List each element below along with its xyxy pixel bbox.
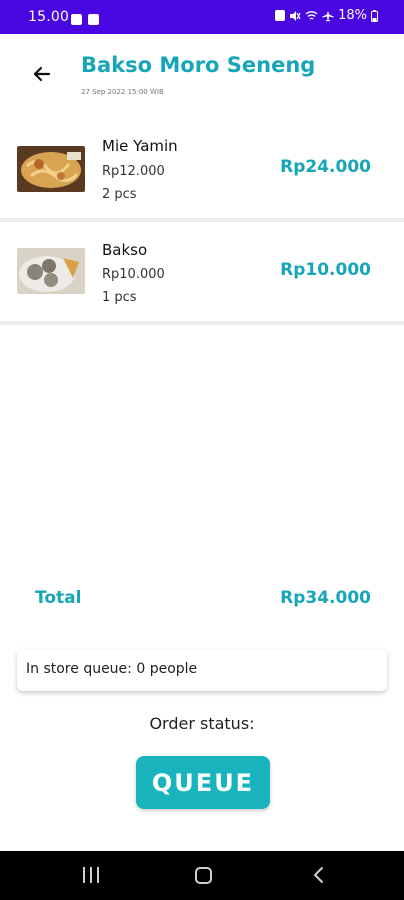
item-image-bakso [17,248,85,294]
queue-text: In store queue: 0 people [26,661,198,677]
queue-card: In store queue: 0 people [17,649,387,691]
order-status-button[interactable]: QUEUE [136,756,270,809]
mute-icon [290,10,301,21]
item-total: Rp10.000 [280,260,371,280]
item-total: Rp24.000 [280,157,371,177]
item-name: Bakso [102,241,148,259]
message-icon [88,14,99,25]
order-status-label: Order status: [149,714,255,733]
item-name: Mie Yamin [102,137,178,155]
gallery-icon [71,14,82,25]
nav-back-icon[interactable] [310,866,328,884]
status-bar: 15.00 18% [0,0,404,34]
status-icons: 18% [275,8,378,23]
total-label: Total [35,588,82,608]
item-qty: 2 pcs [102,187,137,202]
item-image-mie-yamin [17,146,85,192]
order-date: 27 Sep 2022 15:00 WIB [81,88,164,96]
recent-apps-icon[interactable] [83,867,99,883]
item-price: Rp10.000 [102,267,165,282]
wifi-icon [305,10,318,20]
total-value: Rp34.000 [280,588,371,608]
battery-icon [371,9,378,22]
item-price: Rp12.000 [102,164,165,179]
status-time: 15.00 [28,9,70,25]
back-arrow-icon[interactable] [28,60,56,88]
list-item: Mie Yamin Rp12.000 2 pcs Rp24.000 [0,118,404,218]
item-qty: 1 pcs [102,290,137,305]
airplane-icon [322,10,334,21]
divider [0,321,404,325]
lock-icon [275,10,286,21]
battery-text: 18% [338,8,367,23]
home-icon[interactable] [195,867,212,884]
page-title: Bakso Moro Seneng [81,53,316,77]
list-item: Bakso Rp10.000 1 pcs Rp10.000 [0,222,404,322]
system-nav-bar [0,851,404,900]
